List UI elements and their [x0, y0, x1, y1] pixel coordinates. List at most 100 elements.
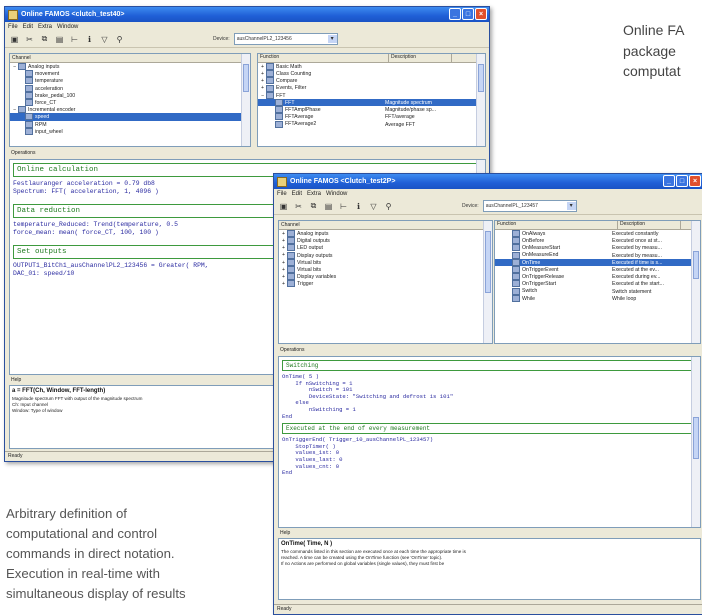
- close-button[interactable]: ×: [689, 175, 701, 187]
- expand-icon[interactable]: +: [261, 78, 264, 84]
- menu-extra[interactable]: Extra: [307, 191, 321, 197]
- minimize-button[interactable]: _: [663, 175, 675, 187]
- window-clutch-test2p[interactable]: Online FAMOS <Clutch_test2P> _ □ × File …: [273, 173, 702, 615]
- run-icon[interactable]: ⊢: [338, 201, 349, 212]
- window1-titlebar[interactable]: Online FAMOS <clutch_test40> _ □ ×: [5, 7, 489, 22]
- info-icon[interactable]: ℹ: [353, 201, 364, 212]
- expand-icon[interactable]: +: [282, 281, 285, 287]
- expand-icon[interactable]: +: [282, 245, 285, 251]
- function-row[interactable]: FFTAverage FFT/average: [258, 113, 485, 121]
- description-column-header[interactable]: Description: [389, 54, 452, 62]
- save-icon[interactable]: ▣: [278, 201, 289, 212]
- function-row[interactable]: + Compare: [258, 77, 485, 85]
- paste-icon[interactable]: ▤: [54, 34, 65, 45]
- channel-header[interactable]: Channel: [279, 221, 492, 230]
- function-row[interactable]: FFT Magnitude spectrum: [258, 98, 485, 107]
- collapse-icon[interactable]: −: [13, 107, 16, 113]
- tree-item[interactable]: temperature: [10, 77, 250, 85]
- device-select[interactable]: ausChannelPL_123457 ▾: [482, 200, 577, 212]
- tree-item[interactable]: + Trigger: [279, 280, 492, 288]
- menu-window[interactable]: Window: [57, 24, 78, 30]
- function-row[interactable]: While While loop: [495, 294, 700, 302]
- tree-item[interactable]: acceleration: [10, 84, 250, 92]
- chevron-down-icon[interactable]: ▾: [566, 202, 576, 210]
- channel-tree[interactable]: Channel − Analog inputs movement temperatur…: [9, 53, 251, 147]
- tree-item[interactable]: + Display variables: [279, 273, 492, 281]
- channel-scrollbar[interactable]: [241, 54, 250, 146]
- function-list[interactable]: Function Description + Basic Math + Class C…: [257, 53, 486, 147]
- tree-item[interactable]: input_wheel: [10, 127, 250, 135]
- collapse-icon[interactable]: −: [261, 93, 264, 99]
- save-icon[interactable]: ▣: [9, 34, 20, 45]
- tree-item[interactable]: + Display outputs: [279, 251, 492, 259]
- maximize-button[interactable]: □: [462, 8, 474, 20]
- tree-item[interactable]: − Analog inputs: [10, 63, 250, 70]
- function-row[interactable]: OnMeasureEnd Executed by measu...: [495, 251, 700, 259]
- function-list[interactable]: Function Description OnAlways Executed co…: [494, 220, 701, 344]
- function-row[interactable]: FFTAmplPhase Magnitude/phase sp...: [258, 106, 485, 114]
- filter-icon[interactable]: ▽: [368, 201, 379, 212]
- pin-icon[interactable]: ⚲: [383, 201, 394, 212]
- function-column-header[interactable]: Function: [497, 221, 618, 229]
- description-column-header[interactable]: Description: [618, 221, 681, 229]
- tree-item[interactable]: movement: [10, 70, 250, 78]
- copy-icon[interactable]: ⧉: [39, 34, 50, 45]
- expand-icon[interactable]: +: [282, 231, 285, 237]
- expand-icon[interactable]: +: [261, 64, 264, 70]
- tree-item[interactable]: speed: [10, 113, 250, 121]
- cut-icon[interactable]: ✂: [24, 34, 35, 45]
- device-select[interactable]: ausChannelPL2_123456 ▾: [233, 33, 338, 45]
- expand-icon[interactable]: +: [282, 252, 285, 258]
- expand-icon[interactable]: +: [282, 274, 285, 280]
- function-row[interactable]: + Class Counting: [258, 70, 485, 78]
- pin-icon[interactable]: ⚲: [114, 34, 125, 45]
- expand-icon[interactable]: +: [282, 238, 285, 244]
- function-row[interactable]: OnTriggerEvent Executed at the ev...: [495, 265, 700, 273]
- expand-icon[interactable]: +: [261, 71, 264, 77]
- tree-item[interactable]: force_CT: [10, 98, 250, 106]
- function-row[interactable]: OnBefore Executed once at st...: [495, 237, 700, 245]
- tree-item[interactable]: + Analog inputs: [279, 230, 492, 237]
- function-row[interactable]: Switch Switch statement: [495, 287, 700, 295]
- window2-titlebar[interactable]: Online FAMOS <Clutch_test2P> _ □ ×: [274, 174, 702, 189]
- paste-icon[interactable]: ▤: [323, 201, 334, 212]
- function-row[interactable]: OnMeasureStart Executed by measu...: [495, 244, 700, 252]
- collapse-icon[interactable]: −: [13, 64, 16, 70]
- info-icon[interactable]: ℹ: [84, 34, 95, 45]
- expand-icon[interactable]: +: [282, 260, 285, 266]
- tree-item[interactable]: − Incremental encoder: [10, 106, 250, 114]
- editor-scrollbar[interactable]: [691, 357, 700, 527]
- copy-icon[interactable]: ⧉: [308, 201, 319, 212]
- tree-item[interactable]: + Virtual bits: [279, 258, 492, 266]
- expand-icon[interactable]: +: [282, 267, 285, 273]
- tree-item[interactable]: brake_pedal_100: [10, 91, 250, 99]
- operations-editor[interactable]: Switching OnTime( 5 ) If nSwitching = 1 n…: [278, 356, 701, 528]
- cut-icon[interactable]: ✂: [293, 201, 304, 212]
- tree-item[interactable]: + Digital outputs: [279, 237, 492, 245]
- menu-extra[interactable]: Extra: [38, 24, 52, 30]
- function-scrollbar[interactable]: [691, 221, 700, 343]
- filter-icon[interactable]: ▽: [99, 34, 110, 45]
- function-row[interactable]: OnTriggerStart Executed at the start...: [495, 280, 700, 288]
- channel-scrollbar[interactable]: [483, 221, 492, 343]
- chevron-down-icon[interactable]: ▾: [327, 35, 337, 43]
- function-row[interactable]: FFTAverage2 Average FFT: [258, 120, 485, 128]
- function-row[interactable]: + Events, Filter: [258, 84, 485, 92]
- channel-tree[interactable]: Channel + Analog inputs + Digital outputs + L…: [278, 220, 493, 344]
- function-row[interactable]: OnTime Executed if time is s...: [495, 258, 700, 266]
- minimize-button[interactable]: _: [449, 8, 461, 20]
- expand-icon[interactable]: +: [261, 85, 264, 91]
- menu-edit[interactable]: Edit: [23, 24, 33, 30]
- tree-item[interactable]: RPM: [10, 120, 250, 128]
- function-scrollbar[interactable]: [476, 54, 485, 146]
- function-column-header[interactable]: Function: [260, 54, 389, 62]
- tree-item[interactable]: + Virtual bits: [279, 265, 492, 273]
- menu-window[interactable]: Window: [326, 191, 347, 197]
- function-row[interactable]: − FFT: [258, 91, 485, 99]
- channel-header[interactable]: Channel: [10, 54, 250, 63]
- close-button[interactable]: ×: [475, 8, 487, 20]
- maximize-button[interactable]: □: [676, 175, 688, 187]
- menu-file[interactable]: File: [8, 24, 18, 30]
- function-row[interactable]: + Basic Math: [258, 63, 485, 70]
- run-icon[interactable]: ⊢: [69, 34, 80, 45]
